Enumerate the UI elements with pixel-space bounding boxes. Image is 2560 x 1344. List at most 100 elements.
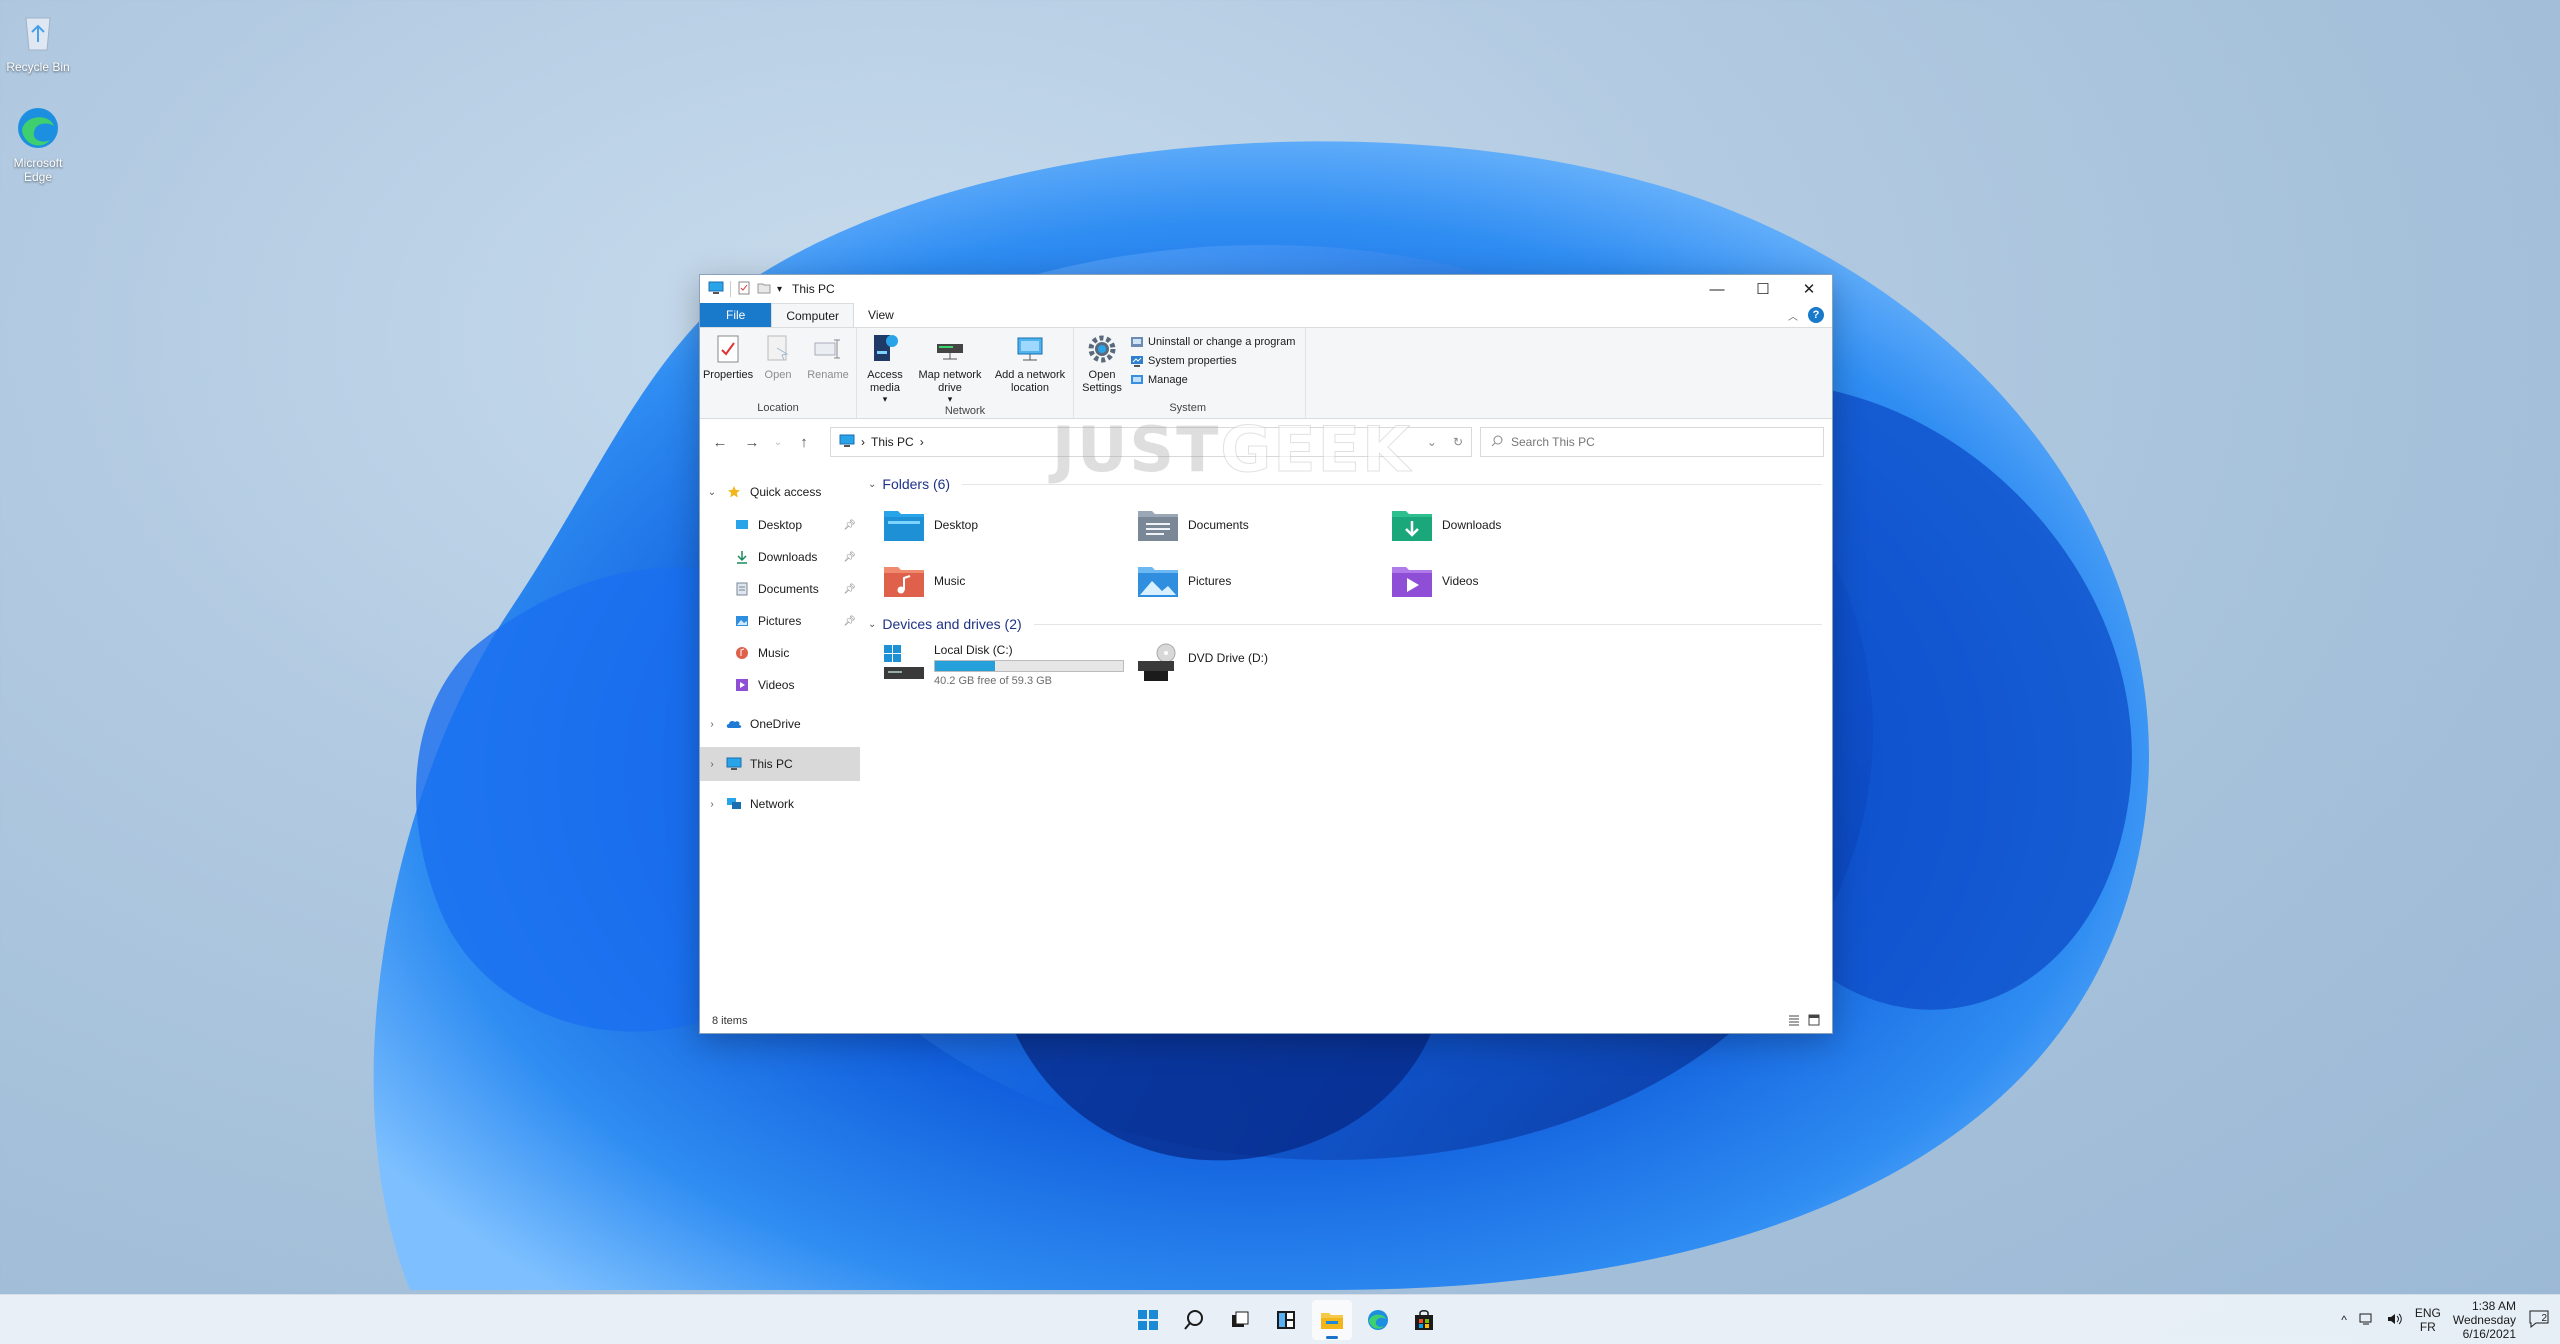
close-button[interactable]: ✕	[1786, 275, 1832, 303]
clock-date: 6/16/2021	[2462, 1327, 2516, 1341]
tab-file[interactable]: File	[700, 303, 772, 327]
documents-icon	[734, 581, 750, 597]
pictures-folder-icon	[1136, 561, 1180, 601]
notification-center-icon[interactable]: 2	[2528, 1309, 2550, 1332]
address-dropdown-button[interactable]: ⌄	[1427, 435, 1437, 449]
nav-downloads[interactable]: Downloads 📌︎	[700, 541, 860, 573]
file-explorer-window: ▾ This PC — ☐ ✕ File Computer View ︿ ? P…	[699, 274, 1833, 1034]
folders-section-header[interactable]: ⌄ Folders (6)	[868, 471, 1822, 497]
store-icon[interactable]	[1404, 1300, 1444, 1340]
collapse-chevron-icon[interactable]: ⌄	[868, 479, 876, 490]
back-button[interactable]: ←	[708, 434, 732, 451]
access-media-icon	[868, 332, 902, 366]
large-icons-view-icon[interactable]	[1808, 1014, 1820, 1029]
drive-dvd-d[interactable]: DVD Drive (D:)	[1136, 637, 1390, 693]
collapse-chevron-icon[interactable]: ⌄	[868, 619, 876, 630]
folder-downloads[interactable]: Downloads	[1390, 497, 1644, 553]
folder-videos[interactable]: Videos	[1390, 553, 1644, 609]
manage-button[interactable]: Manage	[1130, 373, 1295, 387]
search-box[interactable]: Search This PC	[1480, 427, 1824, 457]
folder-documents[interactable]: Documents	[1136, 497, 1390, 553]
add-network-location-button[interactable]: Add a network location	[993, 332, 1067, 403]
nav-this-pc[interactable]: › This PC	[700, 747, 860, 781]
ribbon: Properties Open Rename Location Access m…	[700, 327, 1832, 419]
properties-icon	[711, 332, 745, 366]
network-icon	[726, 796, 742, 812]
access-media-button[interactable]: Access media ▾	[863, 332, 907, 404]
search-icon[interactable]	[1174, 1300, 1214, 1340]
nav-videos[interactable]: Videos	[700, 669, 860, 701]
local-disk-icon	[882, 643, 926, 686]
pin-icon[interactable]: 📌︎	[843, 552, 856, 563]
collapse-ribbon-icon[interactable]: ︿	[1788, 308, 1798, 323]
expand-chevron-icon[interactable]: ›	[706, 799, 718, 810]
pin-icon[interactable]: 📌︎	[843, 584, 856, 595]
clock[interactable]: 1:38 AM Wednesday 6/16/2021	[2453, 1299, 2516, 1341]
open-settings-button[interactable]: Open Settings	[1080, 332, 1124, 400]
pin-icon[interactable]: 📌︎	[843, 520, 856, 531]
customize-qat-icon[interactable]: ▾	[777, 284, 782, 295]
volume-icon[interactable]	[2387, 1312, 2403, 1329]
drive-label: Local Disk (C:)	[934, 643, 1013, 657]
refresh-button[interactable]: ↻	[1453, 435, 1463, 449]
title-bar: ▾ This PC — ☐ ✕	[700, 275, 1832, 303]
folder-music[interactable]: Music	[882, 553, 1136, 609]
window-title: This PC	[792, 282, 835, 296]
documents-folder-icon	[1136, 505, 1180, 545]
breadcrumb-this-pc[interactable]: This PC	[871, 435, 914, 449]
desktop-folder-icon	[734, 517, 750, 533]
edge-icon[interactable]	[1358, 1300, 1398, 1340]
network-status-icon[interactable]	[2359, 1312, 2375, 1329]
drive-label: DVD Drive (D:)	[1188, 651, 1268, 665]
properties-button[interactable]: Properties	[703, 332, 753, 400]
start-icon[interactable]	[1128, 1300, 1168, 1340]
ribbon-tabs: File Computer View ︿ ?	[700, 303, 1832, 327]
file-explorer-icon[interactable]	[1312, 1300, 1352, 1340]
rename-button[interactable]: Rename	[806, 332, 850, 400]
expand-chevron-icon[interactable]: ›	[706, 759, 718, 770]
new-folder-qat-icon[interactable]	[757, 281, 771, 298]
notification-count-badge: 2	[2541, 1312, 2547, 1324]
tab-view[interactable]: View	[854, 303, 908, 327]
ribbon-group-system: Open Settings Uninstall or change a prog…	[1074, 328, 1307, 418]
map-network-drive-button[interactable]: Map network drive ▾	[913, 332, 987, 404]
uninstall-program-button[interactable]: Uninstall or change a program	[1130, 335, 1295, 349]
system-properties-button[interactable]: System properties	[1130, 354, 1295, 368]
nav-desktop[interactable]: Desktop 📌︎	[700, 509, 860, 541]
details-view-icon[interactable]	[1788, 1014, 1800, 1029]
folder-desktop[interactable]: Desktop	[882, 497, 1136, 553]
folder-pictures[interactable]: Pictures	[1136, 553, 1390, 609]
recent-locations-button[interactable]: ⌄	[772, 437, 784, 448]
expand-chevron-icon[interactable]: ⌄	[706, 487, 718, 498]
widgets-icon[interactable]	[1266, 1300, 1306, 1340]
drive-local-c[interactable]: Local Disk (C:) 40.2 GB free of 59.3 GB	[882, 637, 1136, 693]
minimize-button[interactable]: —	[1694, 275, 1740, 303]
input-language-indicator[interactable]: ENG FR	[2415, 1306, 2441, 1334]
tab-computer[interactable]: Computer	[771, 303, 855, 327]
nav-network[interactable]: › Network	[700, 787, 860, 821]
drives-section-header[interactable]: ⌄ Devices and drives (2)	[868, 611, 1822, 637]
nav-onedrive[interactable]: › OneDrive	[700, 707, 860, 741]
maximize-button[interactable]: ☐	[1740, 275, 1786, 303]
rename-icon	[811, 332, 845, 366]
task-view-icon[interactable]	[1220, 1300, 1260, 1340]
music-folder-icon	[882, 561, 926, 601]
videos-icon	[734, 677, 750, 693]
nav-music[interactable]: Music	[700, 637, 860, 669]
nav-documents[interactable]: Documents 📌︎	[700, 573, 860, 605]
address-bar[interactable]: › This PC › ⌄ ↻	[830, 427, 1472, 457]
help-icon[interactable]: ?	[1808, 307, 1824, 323]
desktop-recycle-bin[interactable]: Recycle Bin	[0, 8, 76, 74]
forward-button[interactable]: →	[740, 434, 764, 451]
expand-chevron-icon[interactable]: ›	[706, 719, 718, 730]
downloads-folder-icon	[1390, 505, 1434, 545]
nav-quick-access[interactable]: ⌄ Quick access	[700, 475, 860, 509]
open-button[interactable]: Open	[756, 332, 800, 400]
up-button[interactable]: ↑	[792, 434, 816, 451]
uninstall-icon	[1130, 335, 1144, 349]
nav-pictures[interactable]: Pictures 📌︎	[700, 605, 860, 637]
show-hidden-icons-button[interactable]: ^	[2341, 1313, 2347, 1327]
pin-icon[interactable]: 📌︎	[843, 616, 856, 627]
properties-qat-icon[interactable]	[737, 281, 751, 298]
desktop-edge[interactable]: Microsoft Edge	[0, 104, 76, 184]
